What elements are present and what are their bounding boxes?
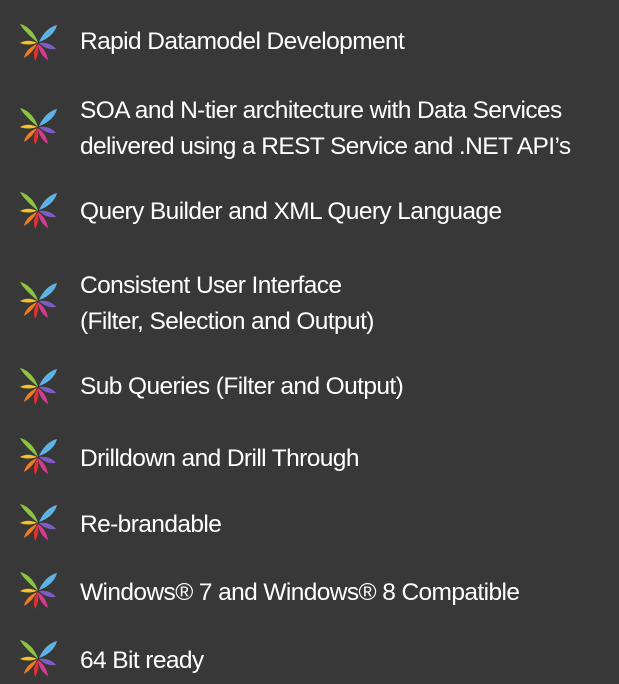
pinwheel-logo-icon <box>18 502 58 542</box>
feature-line: SOA and N-tier architecture with Data Se… <box>80 97 562 124</box>
feature-text: Drilldown and Drill Through <box>80 441 616 477</box>
feature-line: Consistent User Interface <box>80 272 342 299</box>
feature-text: Sub Queries (Filter and Output) <box>80 369 616 405</box>
feature-line: 64 Bit ready <box>80 647 204 674</box>
feature-text: Rapid Datamodel Development <box>80 24 616 60</box>
feature-text: Windows® 7 and Windows® 8 Compatible <box>80 575 616 611</box>
feature-line: Query Builder and XML Query Language <box>80 198 502 225</box>
feature-text: 64 Bit ready <box>80 643 616 679</box>
pinwheel-logo-icon <box>18 190 58 230</box>
feature-text: SOA and N-tier architecture with Data Se… <box>80 93 616 165</box>
feature-list: Rapid Datamodel Development SOA and N-ti… <box>0 0 619 684</box>
feature-text: Re-brandable <box>80 507 616 543</box>
pinwheel-logo-icon <box>18 638 58 678</box>
pinwheel-logo-icon <box>18 366 58 406</box>
feature-line: Rapid Datamodel Development <box>80 28 405 55</box>
pinwheel-logo-icon <box>18 106 58 146</box>
feature-text: Consistent User Interface (Filter, Selec… <box>80 268 616 340</box>
feature-line: Sub Queries (Filter and Output) <box>80 373 404 400</box>
feature-line: Re-brandable <box>80 511 222 538</box>
pinwheel-logo-icon <box>18 436 58 476</box>
pinwheel-logo-icon <box>18 570 58 610</box>
feature-line: Windows® 7 and Windows® 8 Compatible <box>80 579 520 606</box>
feature-line: (Filter, Selection and Output) <box>80 308 374 335</box>
feature-text: Query Builder and XML Query Language <box>80 194 616 230</box>
pinwheel-logo-icon <box>18 280 58 320</box>
feature-line: Drilldown and Drill Through <box>80 445 359 472</box>
feature-line: delivered using a REST Service and .NET … <box>80 133 571 160</box>
pinwheel-logo-icon <box>18 22 58 62</box>
